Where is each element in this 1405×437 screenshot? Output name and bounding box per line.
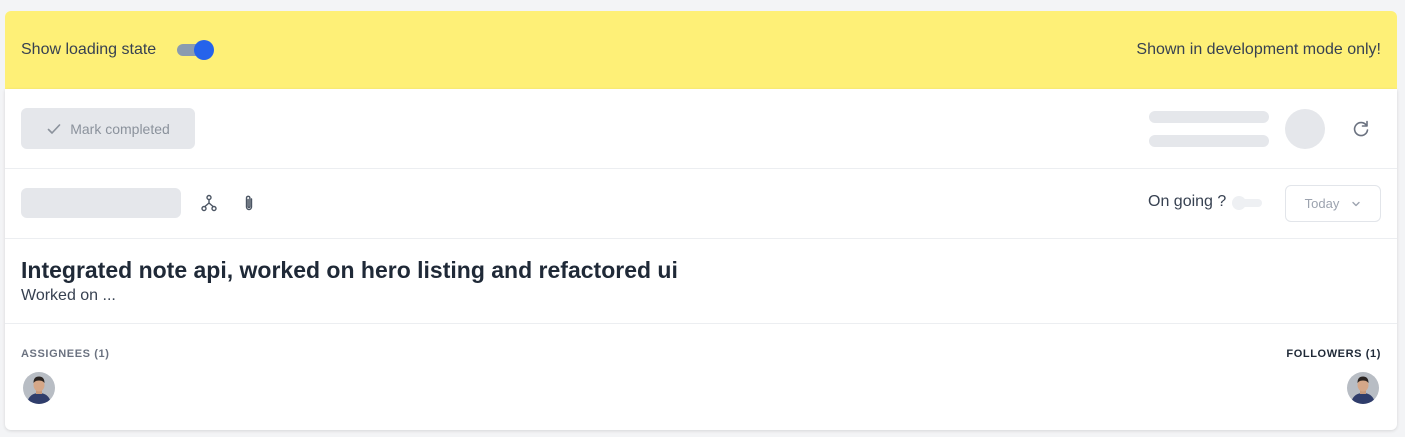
refresh-icon — [1353, 120, 1369, 137]
toggle-knob — [1232, 196, 1246, 210]
task-description[interactable]: Worked on ... — [21, 287, 116, 305]
task-meta-row: On going ? Today — [5, 169, 1397, 239]
subtasks-button[interactable] — [197, 191, 221, 215]
task-people: ASSIGNEES (1) FOLLOWERS (1) — [5, 324, 1397, 430]
assignee-avatar[interactable] — [23, 372, 55, 404]
loading-state-label: Show loading state — [21, 41, 157, 58]
skeleton-avatar — [1285, 109, 1325, 149]
task-toolbar: Mark completed — [5, 89, 1397, 169]
toggle-knob — [194, 40, 215, 60]
dev-mode-note: Shown in development mode only! — [1136, 41, 1381, 58]
subtask-tree-icon — [201, 194, 217, 212]
check-icon — [47, 123, 61, 134]
attachment-button[interactable] — [237, 191, 261, 215]
followers-label: FOLLOWERS (1) — [1286, 348, 1381, 360]
ongoing-toggle[interactable] — [1232, 196, 1262, 210]
loading-state-control: Show loading state — [21, 40, 215, 60]
due-date-value: Today — [1304, 196, 1340, 211]
follower-avatar[interactable] — [1347, 372, 1379, 404]
task-card: Mark completed On going ? Today Integrat… — [5, 89, 1397, 430]
loading-state-toggle[interactable] — [176, 40, 215, 60]
assignees-label: ASSIGNEES (1) — [21, 348, 110, 360]
chevron-down-icon — [1352, 201, 1361, 206]
skeleton-pill — [21, 188, 181, 218]
mark-completed-button[interactable]: Mark completed — [21, 108, 195, 149]
paperclip-icon — [245, 195, 253, 211]
refresh-button[interactable] — [1350, 118, 1372, 140]
skeleton-line — [1149, 111, 1269, 123]
due-date-select[interactable]: Today — [1285, 185, 1381, 222]
task-content: Integrated note api, worked on hero list… — [5, 239, 1397, 324]
task-title[interactable]: Integrated note api, worked on hero list… — [21, 257, 678, 284]
mark-completed-label: Mark completed — [70, 120, 170, 137]
ongoing-label: On going ? — [1148, 193, 1227, 210]
dev-mode-banner: Show loading state Shown in development … — [5, 11, 1397, 89]
skeleton-line — [1149, 135, 1269, 147]
